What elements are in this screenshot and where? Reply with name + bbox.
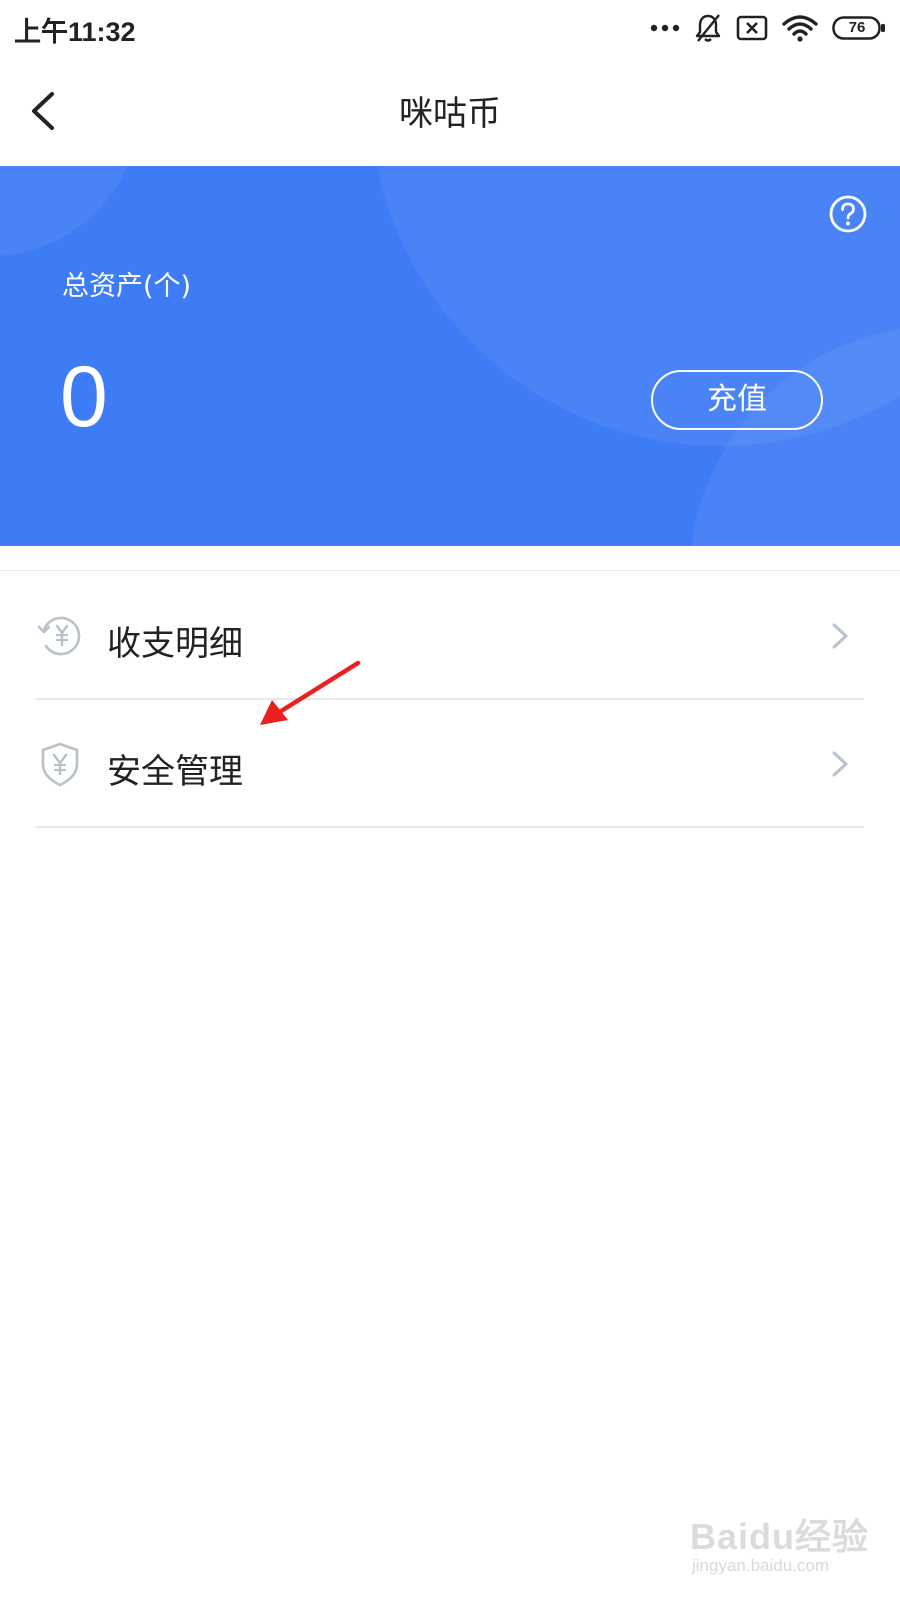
chevron-right-icon: [832, 623, 848, 649]
status-bar: 上午11:32 76: [0, 0, 900, 56]
nav-bar: 咪咕币: [0, 56, 900, 166]
watermark-url: jingyan.baidu.com: [692, 1556, 830, 1575]
status-time: 上午11:32: [14, 17, 136, 47]
yen-history-icon: [37, 616, 81, 656]
question-circle-icon: [829, 195, 867, 233]
chevron-right-icon: [832, 751, 848, 777]
menu-item-transaction-details[interactable]: 收支明细: [36, 572, 864, 700]
sim-x-icon: [736, 15, 768, 41]
menu-item-security-management[interactable]: 安全管理: [36, 700, 864, 828]
red-arrow-icon: [260, 660, 361, 725]
row-divider: [36, 826, 864, 828]
balance-card: 总资产(个) 0 充值: [0, 166, 900, 546]
watermark-logo: Baidu经验: [690, 1516, 870, 1557]
more-dots-icon: [650, 24, 680, 32]
total-assets-value: 0: [60, 349, 108, 445]
decorative-circle: [0, 166, 140, 256]
total-assets-label: 总资产(个): [62, 271, 192, 302]
menu-item-label: 安全管理: [107, 752, 243, 792]
yen-shield-icon: [41, 742, 79, 787]
page-title: 咪咕币: [399, 94, 501, 134]
watermark: Baidu经验 jingyan.baidu.com: [690, 1500, 880, 1590]
battery-level: 76: [848, 19, 866, 36]
battery-icon: 76: [832, 16, 886, 40]
wifi-icon: [782, 15, 818, 42]
recharge-button[interactable]: 充值: [651, 370, 823, 430]
section-divider: [0, 570, 900, 571]
help-button[interactable]: [828, 194, 868, 234]
bell-off-icon: [695, 14, 721, 42]
status-icons: 76: [650, 12, 886, 44]
menu-item-label: 收支明细: [107, 624, 243, 664]
